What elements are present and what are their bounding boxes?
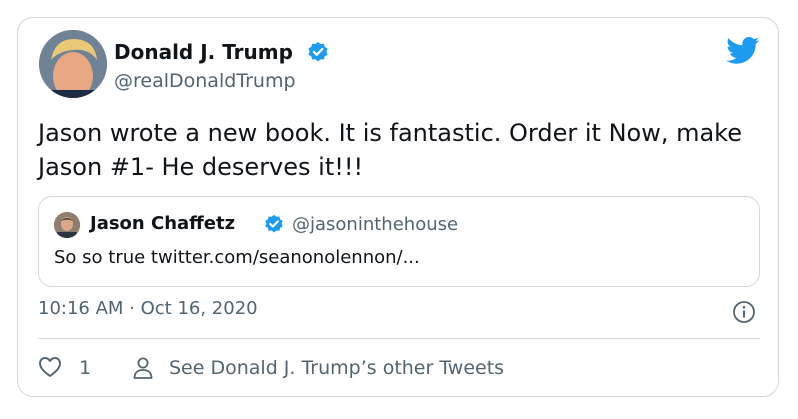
quote-author-name[interactable]: Jason Chaffetz	[90, 213, 235, 234]
see-other-tweets-link[interactable]: See Donald J. Trump’s other Tweets	[169, 357, 504, 379]
divider	[38, 338, 760, 339]
tweet-card[interactable]: Donald J. Trump @realDonaldTrump Jason w…	[17, 17, 779, 397]
heart-icon[interactable]	[38, 356, 62, 378]
verified-badge-icon	[264, 214, 284, 234]
tweet-timestamp[interactable]: 10:16 AM · Oct 16, 2020	[38, 298, 258, 319]
quote-text[interactable]: So so true twitter.com/seanonolennon/...	[54, 247, 420, 268]
verified-badge-icon	[307, 41, 329, 63]
info-icon[interactable]	[732, 300, 756, 324]
quoted-tweet[interactable]: Jason Chaffetz @jasoninthehouse So so tr…	[38, 196, 760, 287]
quote-author-handle[interactable]: @jasoninthehouse	[292, 214, 458, 235]
tweet-text: Jason wrote a new book. It is fantastic.…	[38, 119, 742, 181]
like-count: 1	[79, 357, 92, 379]
author-avatar[interactable]	[39, 30, 107, 98]
author-name[interactable]: Donald J. Trump	[114, 40, 293, 64]
author-handle[interactable]: @realDonaldTrump	[114, 70, 296, 92]
twitter-bird-icon[interactable]	[726, 37, 760, 65]
quote-author-avatar[interactable]	[54, 212, 80, 238]
person-icon[interactable]	[132, 356, 154, 380]
